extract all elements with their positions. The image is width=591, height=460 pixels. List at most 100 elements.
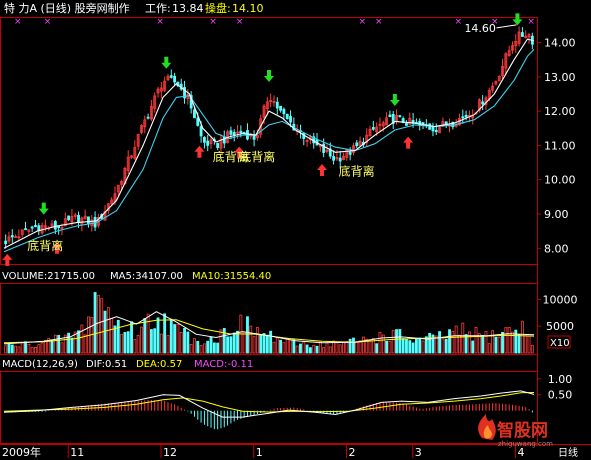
volume-bar	[414, 338, 418, 354]
volume-bar	[315, 345, 319, 354]
volume-bar	[173, 324, 177, 354]
top-signal-mark: ×	[44, 17, 52, 27]
candle-body	[206, 140, 210, 146]
volume-bar	[169, 318, 173, 354]
top-signal-mark: ×	[156, 17, 164, 27]
candle-body	[461, 116, 465, 119]
candle-body	[193, 109, 196, 119]
price-tick-label: 14.00	[544, 37, 576, 50]
volume-bar	[299, 343, 302, 354]
volume-bar	[471, 340, 475, 354]
volume-bar	[401, 338, 405, 354]
candle-body	[10, 235, 14, 238]
volume-bar	[77, 330, 80, 354]
volume-bar	[153, 328, 157, 354]
candle-body	[199, 126, 203, 137]
volume-bar	[149, 329, 153, 354]
volume-bar	[143, 318, 147, 354]
candle-body	[279, 105, 283, 111]
volume-bar	[408, 340, 412, 354]
candle-body	[53, 221, 57, 230]
volume-bar	[156, 317, 160, 354]
watermark-text: 智股网	[497, 420, 548, 441]
volume-bar	[126, 331, 130, 354]
candle-body	[202, 136, 206, 143]
volume-bar	[411, 342, 415, 354]
volume-bar	[405, 338, 408, 354]
top-signal-mark: ×	[527, 17, 535, 27]
candle-body	[405, 123, 408, 126]
volume-bar	[183, 327, 186, 354]
divergence-label: 底背离	[239, 149, 275, 164]
candle-body	[34, 225, 37, 227]
volume-legend: VOLUME:21715.00 MA5:34107.00 MA10:31554.…	[2, 271, 271, 282]
top-signal-mark: ×	[455, 17, 463, 27]
volume-bar	[222, 328, 226, 354]
volume-bar	[24, 341, 27, 354]
volume-bar	[216, 342, 220, 354]
time-label: 12	[163, 446, 177, 459]
stock-chart: 特 力A (日线) 股旁网制作 工作: 13.84 操盘: 14.10 8.00…	[0, 0, 591, 460]
time-label: 11	[70, 446, 84, 459]
volume-bar	[262, 333, 266, 354]
volume-bar	[494, 336, 498, 354]
volume-title: VOLUME:21715.00	[2, 271, 95, 282]
candle-body	[464, 114, 468, 118]
candle-body	[222, 136, 226, 144]
candle-body	[57, 226, 61, 229]
volume-bar	[448, 329, 451, 354]
candle-body	[87, 216, 90, 225]
candle-body	[196, 117, 200, 126]
volume-bar	[481, 334, 485, 354]
divergence-label: 底背离	[339, 164, 375, 179]
price-tick-label: 10.00	[544, 174, 576, 187]
volume-bar	[67, 332, 71, 354]
candle-body	[421, 122, 425, 125]
price-tick-label: 9.00	[544, 208, 569, 221]
candle-body	[434, 129, 438, 133]
price-tick-label: 8.00	[544, 242, 569, 255]
volume-bar	[229, 336, 233, 354]
volume-bar	[232, 332, 236, 354]
volume-bar	[385, 340, 389, 354]
candle-body	[398, 115, 402, 118]
macd-dif-legend: DIF:0.51	[86, 359, 127, 370]
volume-bar	[57, 334, 61, 354]
top-signal-mark: ×	[358, 17, 366, 27]
candle-body	[77, 214, 80, 223]
candle-body	[4, 240, 8, 245]
time-label: 3	[415, 446, 422, 459]
candle-body	[282, 108, 286, 115]
volume-ma10-legend: MA10:31554.40	[192, 271, 271, 282]
volume-bar	[395, 329, 398, 354]
candle-body	[371, 127, 375, 130]
candle-body	[332, 156, 336, 161]
volume-bar	[348, 338, 352, 354]
macd-dea-legend: DEA:0.57	[136, 359, 182, 370]
work-label: 工作:	[145, 2, 171, 15]
macd-tick-label: 0.50	[548, 389, 573, 402]
volume-bar	[269, 330, 273, 354]
volume-bar	[292, 339, 296, 354]
candle-body	[388, 114, 392, 117]
volume-bar	[103, 310, 107, 354]
period-label: 日线	[558, 446, 578, 459]
candle-body	[275, 101, 279, 109]
top-signal-mark: ×	[14, 17, 22, 27]
volume-bar	[352, 337, 355, 354]
volume-bar	[186, 331, 190, 354]
candle-body	[24, 228, 27, 231]
divergence-label: 底背离	[27, 238, 63, 253]
candle-body	[348, 151, 352, 155]
peak-price-label: 14.60	[464, 22, 496, 35]
op-value: 14.10	[232, 2, 264, 15]
volume-bar	[50, 339, 54, 354]
volume-bar	[305, 344, 309, 354]
volume-bar	[226, 336, 230, 354]
volume-bar	[113, 325, 117, 354]
volume-bar	[259, 334, 263, 354]
volume-bar	[279, 339, 283, 354]
time-label: 1	[256, 446, 263, 459]
candle-body	[173, 75, 177, 83]
work-value: 13.84	[172, 2, 204, 15]
